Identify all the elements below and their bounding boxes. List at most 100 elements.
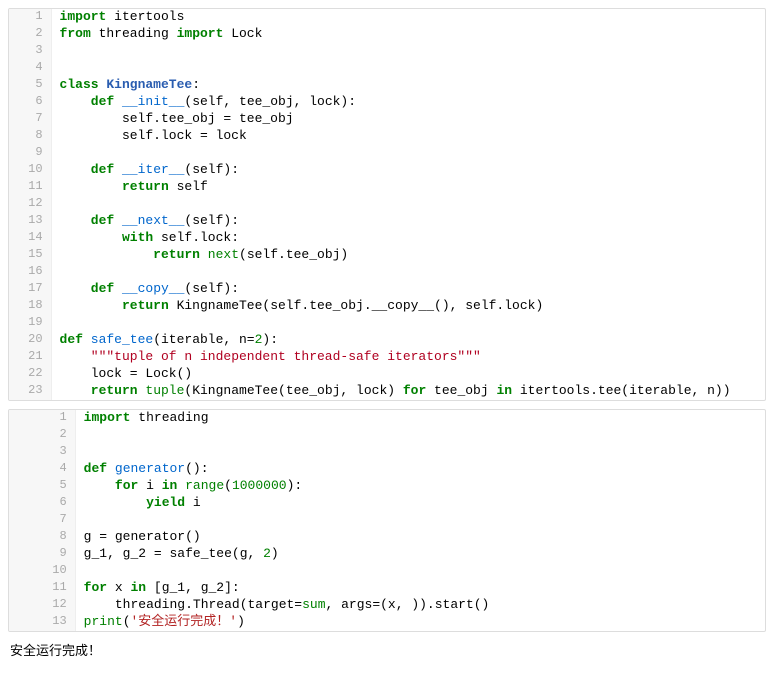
code-content: g_1, g_2 = safe_tee(g, 2) xyxy=(75,546,765,563)
code-line: 10 def __iter__(self): xyxy=(9,162,765,179)
output-text: 安全运行完成！ xyxy=(8,640,766,665)
code-content: def __init__(self, tee_obj, lock): xyxy=(51,94,765,111)
code-line: 1import threading xyxy=(9,410,765,427)
code-content xyxy=(51,43,765,60)
code-content: def __copy__(self): xyxy=(51,281,765,298)
line-number: 16 xyxy=(9,264,51,281)
notebook: 1import itertools2from threading import … xyxy=(8,8,766,632)
line-number: 6 xyxy=(9,495,75,512)
code-content: return tuple(KingnameTee(tee_obj, lock) … xyxy=(51,383,765,400)
code-line: 7 xyxy=(9,512,765,529)
line-number: 21 xyxy=(9,349,51,366)
code-content xyxy=(51,315,765,332)
code-content xyxy=(51,196,765,213)
code-content xyxy=(51,145,765,162)
code-line: 13print('安全运行完成！') xyxy=(9,614,765,631)
code-line: 9g_1, g_2 = safe_tee(g, 2) xyxy=(9,546,765,563)
line-number: 19 xyxy=(9,315,51,332)
code-line: 9 xyxy=(9,145,765,162)
code-content: return self xyxy=(51,179,765,196)
code-content: for i in range(1000000): xyxy=(75,478,765,495)
line-number: 20 xyxy=(9,332,51,349)
code-block-2: 1import threading2 3 4def generator():5 … xyxy=(8,409,766,632)
line-number: 11 xyxy=(9,179,51,196)
code-block-1: 1import itertools2from threading import … xyxy=(8,8,766,401)
code-content: return next(self.tee_obj) xyxy=(51,247,765,264)
line-number: 3 xyxy=(9,43,51,60)
code-content xyxy=(75,444,765,461)
code-line: 10 xyxy=(9,563,765,580)
code-line: 5 for i in range(1000000): xyxy=(9,478,765,495)
line-number: 2 xyxy=(9,427,75,444)
line-number: 5 xyxy=(9,77,51,94)
code-content: self.tee_obj = tee_obj xyxy=(51,111,765,128)
code-line: 7 self.tee_obj = tee_obj xyxy=(9,111,765,128)
line-number: 13 xyxy=(9,213,51,230)
line-number: 1 xyxy=(9,410,75,427)
code-line: 2 xyxy=(9,427,765,444)
code-line: 14 with self.lock: xyxy=(9,230,765,247)
line-number: 6 xyxy=(9,94,51,111)
code-content: g = generator() xyxy=(75,529,765,546)
code-line: 21 """tuple of n independent thread-safe… xyxy=(9,349,765,366)
code-content xyxy=(51,60,765,77)
code-content xyxy=(75,512,765,529)
line-number: 17 xyxy=(9,281,51,298)
code-line: 12 threading.Thread(target=sum, args=(x,… xyxy=(9,597,765,614)
line-number: 10 xyxy=(9,162,51,179)
code-line: 17 def __copy__(self): xyxy=(9,281,765,298)
code-content xyxy=(75,427,765,444)
code-line: 23 return tuple(KingnameTee(tee_obj, loc… xyxy=(9,383,765,400)
line-number: 22 xyxy=(9,366,51,383)
code-line: 8g = generator() xyxy=(9,529,765,546)
code-line: 22 lock = Lock() xyxy=(9,366,765,383)
line-number: 9 xyxy=(9,145,51,162)
line-number: 2 xyxy=(9,26,51,43)
line-number: 15 xyxy=(9,247,51,264)
code-content: from threading import Lock xyxy=(51,26,765,43)
code-content: """tuple of n independent thread-safe it… xyxy=(51,349,765,366)
code-content: def __iter__(self): xyxy=(51,162,765,179)
line-number: 8 xyxy=(9,128,51,145)
code-line: 3 xyxy=(9,43,765,60)
code-content: threading.Thread(target=sum, args=(x, ))… xyxy=(75,597,765,614)
code-line: 5class KingnameTee: xyxy=(9,77,765,94)
line-number: 4 xyxy=(9,60,51,77)
line-number: 9 xyxy=(9,546,75,563)
line-number: 7 xyxy=(9,512,75,529)
code-line: 8 self.lock = lock xyxy=(9,128,765,145)
code-line: 4def generator(): xyxy=(9,461,765,478)
line-number: 12 xyxy=(9,597,75,614)
code-content xyxy=(75,563,765,580)
code-line: 11 return self xyxy=(9,179,765,196)
code-content xyxy=(51,264,765,281)
code-content: self.lock = lock xyxy=(51,128,765,145)
code-line: 11for x in [g_1, g_2]: xyxy=(9,580,765,597)
code-content: def safe_tee(iterable, n=2): xyxy=(51,332,765,349)
code-content: for x in [g_1, g_2]: xyxy=(75,580,765,597)
code-line: 6 def __init__(self, tee_obj, lock): xyxy=(9,94,765,111)
line-number: 13 xyxy=(9,614,75,631)
line-number: 1 xyxy=(9,9,51,26)
line-number: 11 xyxy=(9,580,75,597)
code-line: 1import itertools xyxy=(9,9,765,26)
line-number: 7 xyxy=(9,111,51,128)
code-line: 18 return KingnameTee(self.tee_obj.__cop… xyxy=(9,298,765,315)
code-content: def __next__(self): xyxy=(51,213,765,230)
code-line: 19 xyxy=(9,315,765,332)
code-content: class KingnameTee: xyxy=(51,77,765,94)
code-line: 6 yield i xyxy=(9,495,765,512)
code-content: with self.lock: xyxy=(51,230,765,247)
line-number: 10 xyxy=(9,563,75,580)
line-number: 8 xyxy=(9,529,75,546)
line-number: 3 xyxy=(9,444,75,461)
code-content: return KingnameTee(self.tee_obj.__copy__… xyxy=(51,298,765,315)
code-line: 3 xyxy=(9,444,765,461)
code-content: print('安全运行完成！') xyxy=(75,614,765,631)
code-line: 15 return next(self.tee_obj) xyxy=(9,247,765,264)
code-line: 2from threading import Lock xyxy=(9,26,765,43)
code-content: def generator(): xyxy=(75,461,765,478)
code-content: import threading xyxy=(75,410,765,427)
code-line: 12 xyxy=(9,196,765,213)
line-number: 18 xyxy=(9,298,51,315)
